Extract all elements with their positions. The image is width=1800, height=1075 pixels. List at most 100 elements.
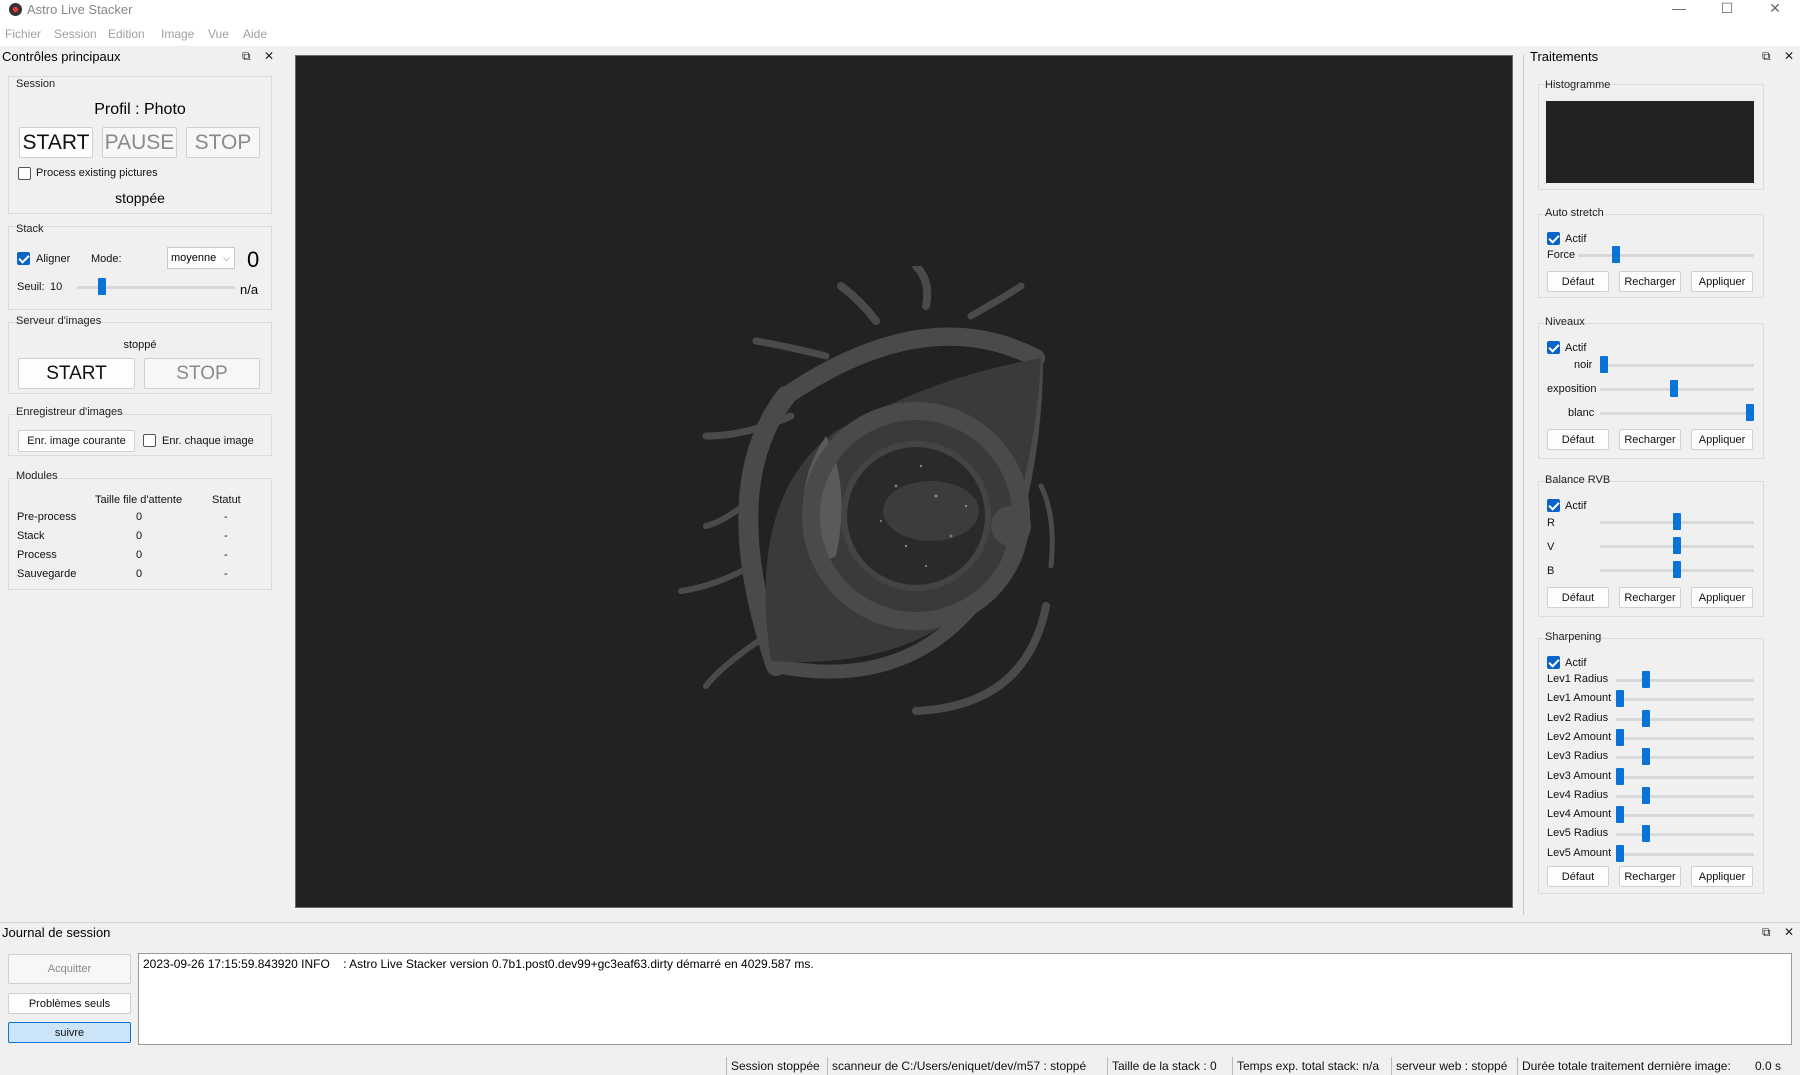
- session-pause-button[interactable]: PAUSE: [102, 127, 177, 158]
- sharpening-slider[interactable]: [1616, 775, 1754, 779]
- black-slider[interactable]: [1600, 364, 1754, 367]
- r-slider-thumb[interactable]: [1673, 513, 1681, 530]
- force-slider-thumb[interactable]: [1611, 246, 1620, 263]
- sharpening-slider-thumb[interactable]: [1642, 825, 1650, 843]
- close-dock-icon[interactable]: ✕: [264, 49, 274, 63]
- session-stop-button[interactable]: STOP: [186, 127, 260, 158]
- histogram-display: [1546, 101, 1754, 183]
- minimize-button[interactable]: —: [1656, 0, 1702, 22]
- sharpening-slider[interactable]: [1616, 794, 1754, 798]
- force-label: Force: [1547, 249, 1576, 261]
- close-dock-icon[interactable]: ✕: [1784, 49, 1794, 63]
- sharpening-slider-thumb[interactable]: [1616, 806, 1624, 824]
- threshold-slider-thumb[interactable]: [98, 278, 106, 295]
- sharpening-label: Lev5 Amount: [1547, 846, 1612, 859]
- black-slider-thumb[interactable]: [1600, 356, 1608, 373]
- image-viewer[interactable]: [295, 55, 1513, 908]
- acknowledge-button[interactable]: Acquitter: [8, 954, 131, 984]
- levels-group-title: Niveaux: [1545, 316, 1585, 328]
- rgb-balance-active-checkbox[interactable]: [1547, 499, 1560, 512]
- title-bar: Astro Live Stacker — ☐ ✕: [0, 0, 1800, 22]
- server-stop-button[interactable]: STOP: [144, 358, 260, 389]
- v-slider-thumb[interactable]: [1673, 537, 1681, 554]
- save-current-image-button[interactable]: Enr. image courante: [18, 430, 135, 452]
- b-slider-thumb[interactable]: [1673, 561, 1681, 578]
- menu-edition[interactable]: Edition: [108, 27, 145, 41]
- sharpening-slider-thumb[interactable]: [1616, 767, 1624, 785]
- white-slider[interactable]: [1600, 412, 1754, 415]
- exposure-slider-thumb[interactable]: [1670, 380, 1679, 397]
- image-server-group-title: Serveur d'images: [16, 315, 102, 327]
- menu-fichier[interactable]: Fichier: [5, 27, 41, 41]
- app-logo-eye-icon: [678, 266, 1055, 715]
- menu-session[interactable]: Session: [54, 27, 97, 41]
- sharpening-slider-thumb[interactable]: [1616, 690, 1624, 708]
- module-status: -: [224, 511, 228, 523]
- sharpening-default-button[interactable]: Défaut: [1547, 866, 1609, 887]
- sharpening-slider[interactable]: [1616, 679, 1754, 682]
- menu-image[interactable]: Image: [161, 27, 194, 41]
- threshold-label: Seuil:: [17, 281, 45, 293]
- follow-button[interactable]: suivre: [8, 1022, 131, 1043]
- server-start-button[interactable]: START: [18, 358, 135, 389]
- sharpening-label: Lev2 Radius: [1547, 711, 1609, 724]
- status-session: Session stoppée: [726, 1057, 820, 1075]
- float-dock-icon[interactable]: ⧉: [242, 49, 251, 63]
- sharpening-active-checkbox[interactable]: [1547, 656, 1560, 669]
- rgb-balance-apply-button[interactable]: Appliquer: [1691, 587, 1753, 608]
- sharpening-label: Lev1 Radius: [1547, 673, 1609, 685]
- rgb-balance-reload-button[interactable]: Recharger: [1619, 587, 1681, 608]
- levels-reload-button[interactable]: Recharger: [1619, 429, 1681, 450]
- module-queue: 0: [136, 568, 143, 580]
- auto-stretch-active-checkbox[interactable]: [1547, 232, 1560, 245]
- close-dock-icon[interactable]: ✕: [1784, 925, 1794, 939]
- sharpening-slider[interactable]: [1616, 852, 1754, 856]
- sharpening-slider[interactable]: [1616, 698, 1754, 702]
- sharpening-slider[interactable]: [1616, 833, 1754, 837]
- force-slider[interactable]: [1578, 254, 1754, 257]
- auto-stretch-reload-button[interactable]: Recharger: [1619, 271, 1681, 292]
- sharpening-slider-thumb[interactable]: [1616, 844, 1624, 862]
- sharpening-slider-thumb[interactable]: [1642, 786, 1650, 804]
- session-group-title: Session: [16, 78, 56, 90]
- process-existing-checkbox[interactable]: [18, 167, 31, 180]
- sharpening-slider-thumb[interactable]: [1642, 748, 1650, 766]
- menu-vue[interactable]: Vue: [208, 27, 229, 41]
- status-processing-time-label: Durée totale traitement dernière image:: [1517, 1057, 1731, 1075]
- align-label: Aligner: [36, 253, 71, 265]
- problems-only-button[interactable]: Problèmes seuls: [8, 993, 131, 1014]
- window-title: Astro Live Stacker: [27, 2, 133, 17]
- align-checkbox[interactable]: [17, 252, 30, 265]
- log-text-area[interactable]: 2023-09-26 17:15:59.843920 INFO : Astro …: [138, 953, 1792, 1045]
- levels-default-button[interactable]: Défaut: [1547, 429, 1609, 450]
- sharpening-slider[interactable]: [1616, 756, 1754, 760]
- float-dock-icon[interactable]: ⧉: [1762, 49, 1771, 63]
- save-each-image-checkbox[interactable]: [143, 434, 156, 447]
- mode-select[interactable]: moyenne ⌵: [167, 247, 235, 269]
- server-status: stoppé: [123, 339, 157, 351]
- float-dock-icon[interactable]: ⧉: [1762, 925, 1771, 939]
- session-start-button[interactable]: START: [19, 127, 93, 158]
- levels-apply-button[interactable]: Appliquer: [1691, 429, 1753, 450]
- auto-stretch-apply-button[interactable]: Appliquer: [1691, 271, 1753, 292]
- sharpening-slider-thumb[interactable]: [1642, 709, 1650, 727]
- maximize-button[interactable]: ☐: [1704, 0, 1750, 22]
- auto-stretch-active-label: Actif: [1565, 233, 1587, 245]
- white-slider-thumb[interactable]: [1746, 404, 1754, 421]
- sharpening-slider[interactable]: [1616, 814, 1754, 818]
- save-each-image-label: Enr. chaque image: [162, 435, 254, 447]
- sharpening-slider-thumb[interactable]: [1642, 671, 1650, 688]
- menu-aide[interactable]: Aide: [243, 27, 267, 41]
- stack-count: 0: [247, 247, 260, 272]
- auto-stretch-default-button[interactable]: Défaut: [1547, 271, 1609, 292]
- levels-active-checkbox[interactable]: [1547, 341, 1560, 354]
- module-queue: 0: [136, 530, 143, 542]
- sharpening-apply-button[interactable]: Appliquer: [1691, 866, 1753, 887]
- sharpening-slider[interactable]: [1616, 736, 1754, 740]
- close-window-button[interactable]: ✕: [1752, 0, 1798, 22]
- process-existing-label: Process existing pictures: [36, 167, 158, 179]
- sharpening-slider-thumb[interactable]: [1616, 728, 1624, 746]
- sharpening-reload-button[interactable]: Recharger: [1619, 866, 1681, 887]
- rgb-balance-default-button[interactable]: Défaut: [1547, 587, 1609, 608]
- sharpening-slider[interactable]: [1616, 717, 1754, 721]
